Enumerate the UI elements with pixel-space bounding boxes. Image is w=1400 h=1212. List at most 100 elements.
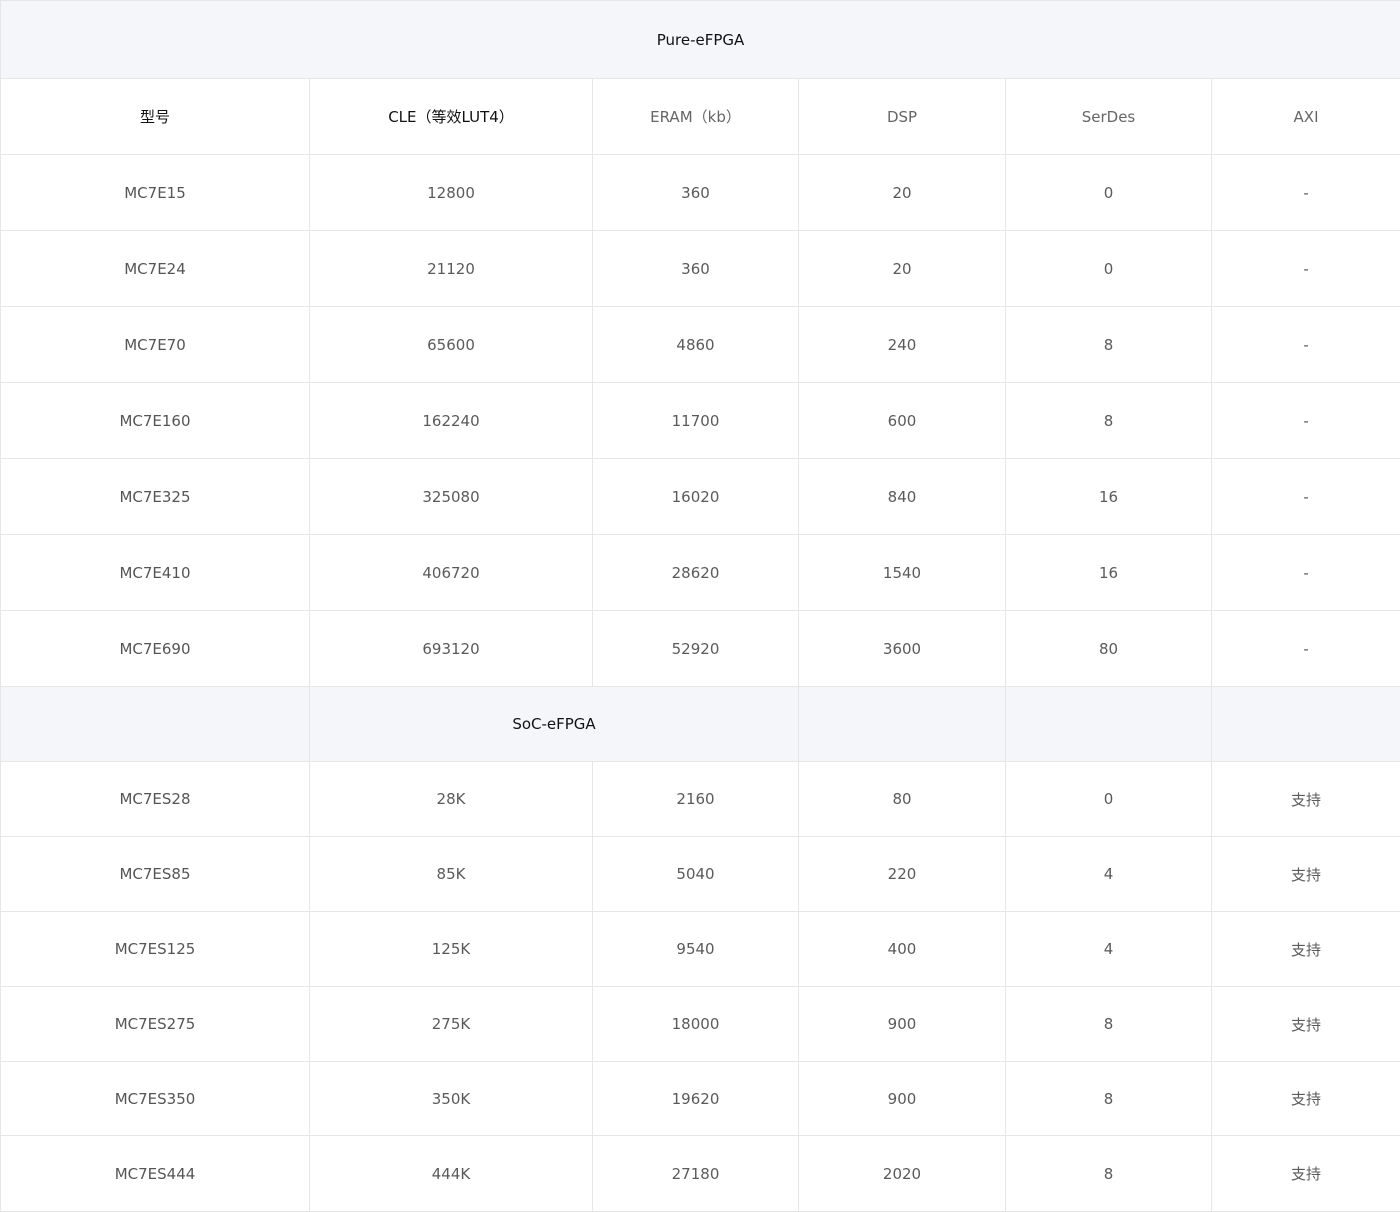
cell-serdes: 8 xyxy=(1006,307,1212,383)
cell-axi: 支持 xyxy=(1212,837,1400,912)
cell-serdes: 0 xyxy=(1006,155,1212,231)
table-row: MC7E15 12800 360 20 0 - xyxy=(1,155,1400,231)
cell-axi: - xyxy=(1212,383,1400,459)
cell-eram: 19620 xyxy=(593,1062,799,1136)
cell-dsp: 20 xyxy=(799,155,1006,231)
table-row: MC7E160 162240 11700 600 8 - xyxy=(1,383,1400,459)
cell-cle: 406720 xyxy=(310,535,593,611)
cell-cle: 350K xyxy=(310,1062,593,1136)
section-empty-cell xyxy=(1212,687,1400,762)
cell-cle: 125K xyxy=(310,912,593,987)
cell-serdes: 8 xyxy=(1006,1136,1212,1212)
table-row: MC7E325 325080 16020 840 16 - xyxy=(1,459,1400,535)
cell-cle: 444K xyxy=(310,1136,593,1212)
cell-serdes: 8 xyxy=(1006,1062,1212,1136)
cell-eram: 9540 xyxy=(593,912,799,987)
cell-model: MC7E325 xyxy=(1,459,310,535)
cell-serdes: 8 xyxy=(1006,383,1212,459)
cell-cle: 325080 xyxy=(310,459,593,535)
cell-dsp: 2020 xyxy=(799,1136,1006,1212)
cell-dsp: 3600 xyxy=(799,611,1006,687)
table-row: MC7ES125 125K 9540 400 4 支持 xyxy=(1,912,1400,987)
cell-dsp: 220 xyxy=(799,837,1006,912)
header-model: 型号 xyxy=(1,79,310,155)
cell-model: MC7E690 xyxy=(1,611,310,687)
cell-dsp: 840 xyxy=(799,459,1006,535)
cell-eram: 27180 xyxy=(593,1136,799,1212)
cell-model: MC7E70 xyxy=(1,307,310,383)
cell-axi: 支持 xyxy=(1212,1136,1400,1212)
cell-serdes: 8 xyxy=(1006,987,1212,1062)
cell-eram: 5040 xyxy=(593,837,799,912)
cell-eram: 16020 xyxy=(593,459,799,535)
table-row: MC7ES444 444K 27180 2020 8 支持 xyxy=(1,1136,1400,1212)
cell-cle: 28K xyxy=(310,762,593,837)
cell-axi: 支持 xyxy=(1212,987,1400,1062)
pure-efpga-section-row: Pure-eFPGA xyxy=(1,1,1400,79)
header-row: 型号 CLE（等效LUT4） ERAM（kb） DSP SerDes AXI xyxy=(1,79,1400,155)
cell-eram: 18000 xyxy=(593,987,799,1062)
header-dsp: DSP xyxy=(799,79,1006,155)
header-serdes: SerDes xyxy=(1006,79,1212,155)
cell-model: MC7E15 xyxy=(1,155,310,231)
cell-eram: 52920 xyxy=(593,611,799,687)
cell-eram: 11700 xyxy=(593,383,799,459)
cell-axi: 支持 xyxy=(1212,912,1400,987)
cell-serdes: 4 xyxy=(1006,912,1212,987)
header-cle: CLE（等效LUT4） xyxy=(310,79,593,155)
cell-dsp: 1540 xyxy=(799,535,1006,611)
cell-eram: 2160 xyxy=(593,762,799,837)
cell-serdes: 16 xyxy=(1006,535,1212,611)
cell-dsp: 80 xyxy=(799,762,1006,837)
cell-serdes: 16 xyxy=(1006,459,1212,535)
cell-axi: - xyxy=(1212,459,1400,535)
cell-axi: - xyxy=(1212,155,1400,231)
cell-eram: 360 xyxy=(593,155,799,231)
cell-serdes: 0 xyxy=(1006,231,1212,307)
cell-cle: 65600 xyxy=(310,307,593,383)
cell-dsp: 600 xyxy=(799,383,1006,459)
cell-serdes: 0 xyxy=(1006,762,1212,837)
cell-axi: - xyxy=(1212,231,1400,307)
cell-model: MC7E24 xyxy=(1,231,310,307)
table-row: MC7E410 406720 28620 1540 16 - xyxy=(1,535,1400,611)
cell-cle: 85K xyxy=(310,837,593,912)
table-row: MC7ES28 28K 2160 80 0 支持 xyxy=(1,762,1400,837)
pure-efpga-title: Pure-eFPGA xyxy=(1,1,1400,79)
section-empty-cell xyxy=(1,687,310,762)
cell-axi: - xyxy=(1212,611,1400,687)
section-empty-cell xyxy=(799,687,1006,762)
cell-dsp: 20 xyxy=(799,231,1006,307)
soc-efpga-section-row: SoC-eFPGA xyxy=(1,687,1400,762)
table-row: MC7E24 21120 360 20 0 - xyxy=(1,231,1400,307)
cell-eram: 28620 xyxy=(593,535,799,611)
cell-cle: 275K xyxy=(310,987,593,1062)
cell-model: MC7E160 xyxy=(1,383,310,459)
efpga-spec-table: Pure-eFPGA 型号 CLE（等效LUT4） ERAM（kb） DSP S… xyxy=(0,0,1400,1212)
header-axi: AXI xyxy=(1212,79,1400,155)
cell-eram: 4860 xyxy=(593,307,799,383)
cell-cle: 21120 xyxy=(310,231,593,307)
cell-dsp: 240 xyxy=(799,307,1006,383)
table-row: MC7E690 693120 52920 3600 80 - xyxy=(1,611,1400,687)
cell-model: MC7ES125 xyxy=(1,912,310,987)
cell-model: MC7ES350 xyxy=(1,1062,310,1136)
cell-axi: - xyxy=(1212,307,1400,383)
table-row: MC7ES275 275K 18000 900 8 支持 xyxy=(1,987,1400,1062)
cell-model: MC7ES275 xyxy=(1,987,310,1062)
cell-dsp: 900 xyxy=(799,987,1006,1062)
cell-axi: 支持 xyxy=(1212,762,1400,837)
cell-axi: 支持 xyxy=(1212,1062,1400,1136)
cell-dsp: 400 xyxy=(799,912,1006,987)
cell-eram: 360 xyxy=(593,231,799,307)
cell-cle: 162240 xyxy=(310,383,593,459)
cell-model: MC7E410 xyxy=(1,535,310,611)
table-row: MC7ES85 85K 5040 220 4 支持 xyxy=(1,837,1400,912)
cell-serdes: 80 xyxy=(1006,611,1212,687)
table-row: MC7ES350 350K 19620 900 8 支持 xyxy=(1,1062,1400,1136)
header-eram: ERAM（kb） xyxy=(593,79,799,155)
cell-cle: 12800 xyxy=(310,155,593,231)
cell-cle: 693120 xyxy=(310,611,593,687)
soc-efpga-title: SoC-eFPGA xyxy=(310,687,799,762)
cell-serdes: 4 xyxy=(1006,837,1212,912)
